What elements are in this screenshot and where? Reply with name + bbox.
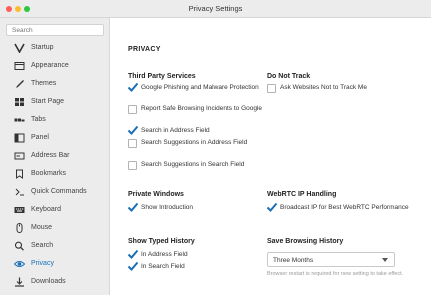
sidebar-item-label: Address Bar [31, 152, 70, 159]
sidebar-item-panel[interactable]: Panel [0, 129, 110, 147]
chevron-down-icon [382, 258, 388, 262]
sidebar-item-label: Start Page [31, 98, 65, 105]
checkbox-checked[interactable] [127, 249, 139, 260]
checkbox-checked[interactable] [127, 82, 139, 93]
page-title: PRIVACY [128, 46, 161, 53]
section-title-webrtc: WebRTC IP Handling [267, 191, 337, 198]
start-page-icon [14, 97, 25, 107]
option-label: Search in Address Field [141, 127, 210, 134]
sidebar-item-address-bar[interactable]: Address Bar [0, 147, 110, 165]
sidebar-item-label: Search [31, 242, 54, 249]
option-label: In Address Field [141, 251, 188, 258]
sidebar-item-search[interactable]: Search [0, 237, 110, 255]
settings-content: PRIVACY Third Party Services Google Phis… [110, 18, 431, 295]
address-bar-icon [14, 151, 25, 161]
section-title-typed-history: Show Typed History [128, 238, 195, 245]
option-label: Report Safe Browsing Incidents to Google [141, 105, 263, 112]
sidebar-item-start-page[interactable]: Start Page [0, 93, 110, 111]
quick-commands-icon [14, 187, 25, 197]
sidebar-item-label: Downloads [31, 278, 66, 285]
checkbox-checked[interactable] [266, 202, 278, 213]
bookmarks-icon [14, 169, 25, 179]
sidebar-item-mouse[interactable]: Mouse [0, 219, 110, 237]
option-label: Show Introduction [141, 204, 194, 211]
checkbox-unchecked[interactable] [128, 105, 137, 114]
themes-icon [14, 79, 25, 89]
checkbox-unchecked[interactable] [128, 161, 137, 170]
sidebar-item-themes[interactable]: Themes [0, 75, 110, 93]
option-label: Search Suggestions in Search Field [141, 161, 245, 168]
section-title-do-not-track: Do Not Track [267, 73, 311, 80]
checkbox-checked[interactable] [127, 125, 139, 136]
sidebar-item-keyboard[interactable]: Keyboard [0, 201, 110, 219]
option-label: In Search Field [141, 263, 185, 270]
sidebar-item-tabs[interactable]: Tabs [0, 111, 110, 129]
option-label: Ask Websites Not to Track Me [280, 84, 367, 91]
tabs-icon [14, 115, 25, 125]
checkbox-unchecked[interactable] [128, 139, 137, 148]
section-title-browsing-history: Save Browsing History [267, 238, 344, 245]
startup-icon [14, 43, 25, 54]
sidebar-item-label: Themes [31, 80, 57, 87]
sidebar-item-quick-commands[interactable]: Quick Commands [0, 183, 110, 201]
option-label: Broadcast IP for Best WebRTC Performance [280, 204, 409, 211]
section-title-third-party: Third Party Services [128, 73, 196, 80]
checkbox-checked[interactable] [127, 261, 139, 272]
sidebar-item-label: Appearance [31, 62, 69, 69]
mouse-icon [14, 223, 25, 233]
checkbox-unchecked[interactable] [267, 84, 276, 93]
restart-note: Browser restart is required for new sett… [267, 271, 404, 277]
window-title: Privacy Settings [188, 4, 243, 13]
sidebar-item-label: Tabs [31, 116, 46, 123]
sidebar-item-bookmarks[interactable]: Bookmarks [0, 165, 110, 183]
sidebar-item-label: Bookmarks [31, 170, 67, 177]
option-label: Search Suggestions in Address Field [141, 139, 248, 146]
option-label: Google Phishing and Malware Protection [141, 84, 259, 91]
select-value: Three Months [273, 257, 314, 264]
sidebar-item-label: Mouse [31, 224, 53, 231]
section-title-private-windows: Private Windows [128, 191, 184, 198]
privacy-icon [13, 259, 26, 269]
sidebar-item-label: Privacy [31, 260, 54, 267]
sidebar-item-startup[interactable]: Startup [0, 39, 110, 57]
panel-icon [14, 133, 25, 143]
sidebar: Startup Appearance Themes Start Page Tab [0, 18, 110, 295]
downloads-icon [14, 277, 25, 287]
sidebar-item-appearance[interactable]: Appearance [0, 57, 110, 75]
browsing-history-select[interactable]: Three Months [267, 252, 395, 267]
appearance-icon [14, 61, 25, 71]
title-bar: Privacy Settings [0, 0, 431, 18]
keyboard-icon [14, 205, 25, 215]
sidebar-item-label: Startup [31, 44, 54, 51]
sidebar-item-label: Quick Commands [31, 188, 87, 195]
sidebar-item-privacy[interactable]: Privacy [0, 255, 110, 273]
sidebar-item-label: Panel [31, 134, 49, 141]
settings-window: Privacy Settings Startup Appearance Them… [0, 0, 431, 295]
sidebar-search-input[interactable] [6, 24, 104, 36]
sidebar-item-label: Keyboard [31, 206, 61, 213]
sidebar-item-downloads[interactable]: Downloads [0, 273, 110, 291]
checkbox-checked[interactable] [127, 202, 139, 213]
search-icon [14, 241, 25, 251]
